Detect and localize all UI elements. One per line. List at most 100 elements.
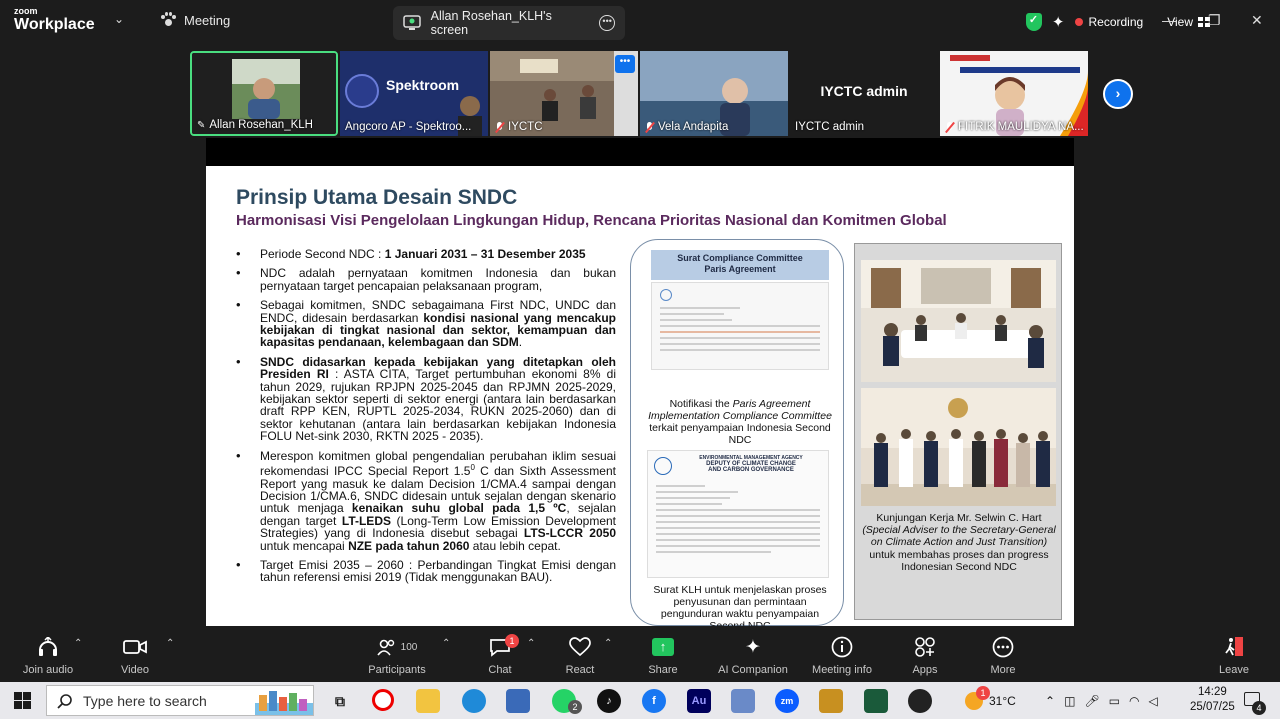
ai-sparkle-icon[interactable]: ✦ (1052, 13, 1065, 31)
share-button[interactable]: ↑ Share (643, 634, 683, 676)
wifi-icon[interactable]: ◠ (1129, 694, 1139, 708)
audition-icon[interactable]: Au (687, 689, 711, 713)
app-icon-green[interactable] (864, 689, 888, 713)
meeting-toolbar: Join audio ⌃ Video ⌃ 100 Participants ⌃ … (0, 630, 1280, 682)
mic-muted-icon (945, 121, 954, 133)
participant-tile[interactable]: ✎ Allan Rosehan_KLH (190, 51, 338, 136)
more-button[interactable]: More (983, 634, 1023, 676)
paw-icon (160, 12, 176, 28)
shared-slide: Prinsip Utama Desain SNDC Harmonisasi Vi… (206, 166, 1074, 626)
meeting-photo-1 (861, 260, 1056, 382)
slide-bullet-list: Periode Second NDC : 1 Januari 2031 – 31… (236, 248, 616, 591)
participants-label: Participants (368, 664, 426, 676)
list-item: SNDC didasarkan kepada kebijakan yang di… (236, 356, 616, 443)
slide-title: Prinsip Utama Desain SNDC (236, 186, 518, 209)
participant-tile[interactable]: IYCTC admin IYCTC admin (790, 51, 938, 136)
chevron-up-icon[interactable]: ⌃ (166, 638, 174, 649)
doc-caption-1: Notifikasi the Paris Agreement Implement… (648, 398, 832, 446)
video-button[interactable]: Video (112, 634, 158, 676)
meeting-info-button[interactable]: Meeting info (806, 634, 878, 676)
list-item: Sebagai komitmen, SNDC sebagaimana First… (236, 299, 616, 349)
chevron-down-icon[interactable]: ⌄ (114, 12, 124, 26)
chat-button[interactable]: 1 Chat (480, 634, 520, 676)
opera-icon[interactable] (372, 689, 394, 711)
file-explorer-icon[interactable] (416, 689, 440, 713)
meeting-label: Meeting (184, 12, 231, 28)
chevron-up-icon[interactable]: ⌃ (74, 638, 82, 649)
zoom-icon[interactable]: zm (775, 689, 799, 713)
list-item: Target Emisi 2035 – 2060 : Perbandingan … (236, 559, 616, 584)
network-icon[interactable]: ◫ (1064, 694, 1075, 708)
weather-widget[interactable]: 31°C (965, 682, 1016, 719)
mic-muted-icon (645, 121, 654, 133)
chevron-up-icon[interactable]: ⌃ (1045, 694, 1055, 708)
screen-share-icon (403, 15, 421, 30)
clock-date: 25/07/25 (1190, 701, 1235, 713)
app-icon[interactable] (731, 689, 755, 713)
chevron-up-icon[interactable]: ⌃ (442, 638, 450, 649)
recording-indicator[interactable]: Recording (1074, 15, 1144, 29)
screen-share-tab[interactable]: Allan Rosehan_KLH's screen ••• (393, 6, 625, 40)
edge-icon[interactable] (462, 689, 486, 713)
restore-icon[interactable]: ❐ (1208, 12, 1221, 29)
leave-door-icon (1225, 637, 1243, 656)
participant-tile[interactable]: FITRIK MAULIDYA NA... (940, 51, 1088, 136)
chevron-up-icon[interactable]: ⌃ (604, 638, 612, 649)
taskbar-search-input[interactable]: Type here to search (46, 685, 314, 716)
recording-label: Recording (1088, 15, 1144, 29)
windows-start-icon[interactable] (14, 692, 31, 709)
next-page-button[interactable]: › (1103, 79, 1133, 109)
tools-icon[interactable] (819, 689, 843, 713)
klh-letter-image: ENVIRONMENTAL MANAGEMENT AGENCY DEPUTY O… (647, 450, 829, 578)
participant-name: IYCTC (508, 121, 543, 133)
tiktok-icon[interactable]: ♪ (597, 689, 621, 713)
participant-tile[interactable]: Vela Andapita (640, 51, 788, 136)
zoom-workplace-logo: zoom Workplace (14, 7, 95, 33)
document-panel: Surat Compliance Committee Paris Agreeme… (630, 239, 844, 626)
close-icon[interactable]: ✕ (1251, 12, 1263, 29)
participants-icon (377, 639, 394, 656)
participant-name: FITRIK MAULIDYA NA... (958, 121, 1084, 133)
task-view-icon[interactable]: ⧉ (328, 689, 352, 713)
participants-button[interactable]: 100 Participants (366, 634, 428, 676)
agency-logo-icon (654, 457, 672, 475)
apps-button[interactable]: Apps (905, 634, 945, 676)
chevron-up-icon[interactable]: ⌃ (527, 638, 535, 649)
slide-subtitle: Harmonisasi Visi Pengelolaan Lingkungan … (236, 212, 947, 229)
tile-options-icon[interactable]: ••• (615, 55, 635, 73)
react-button[interactable]: React (560, 634, 600, 676)
ai-companion-button[interactable]: ✦ AI Companion (714, 634, 792, 677)
chat-badge: 1 (505, 634, 519, 648)
participant-strip: ✎ Allan Rosehan_KLH Spektroom Angcoro AP … (190, 51, 1088, 136)
meeting-tab[interactable]: Meeting (160, 12, 230, 28)
clock[interactable]: 14:29 25/07/25 (1190, 685, 1235, 715)
list-item: Periode Second NDC : 1 Januari 2031 – 31… (236, 248, 616, 261)
participant-tile[interactable]: ••• IYCTC (490, 51, 638, 136)
join-audio-button[interactable]: Join audio (20, 634, 76, 676)
encryption-shield-icon[interactable] (1025, 13, 1042, 31)
screen-tab-label: Allan Rosehan_KLH's screen (430, 9, 552, 37)
video-camera-icon (123, 640, 147, 654)
search-placeholder: Type here to search (83, 692, 207, 709)
brand-big: Workplace (14, 16, 95, 33)
participants-count: 100 (400, 641, 418, 653)
meeting-photo-2 (861, 388, 1056, 506)
participant-name: Angcoro AP - Spektroo... (345, 121, 472, 133)
microphone-icon[interactable]: 🎤︎ (1084, 694, 1099, 708)
battery-icon[interactable]: ▭ (1109, 694, 1120, 708)
more-options-icon[interactable]: ••• (599, 15, 615, 31)
zoom-window: zoom Workplace ⌄ Meeting Allan Rosehan_K… (0, 0, 1280, 682)
windows-taskbar: Type here to search ⧉ 2 ♪ f Au zm 31°C 1… (0, 682, 1280, 719)
ai-companion-label: AI Companion (718, 664, 788, 676)
participant-tile[interactable]: Spektroom Angcoro AP - Spektroo... (340, 51, 488, 136)
app-icon-dark[interactable] (908, 689, 932, 713)
minimize-icon[interactable]: — (1162, 12, 1176, 28)
video-label: Video (121, 664, 149, 676)
volume-icon[interactable]: ◁ (1148, 694, 1157, 708)
clock-time: 14:29 (1197, 686, 1227, 698)
weather-badge: 1 (976, 686, 990, 700)
apps-label: Apps (912, 664, 938, 676)
leave-button[interactable]: Leave (1214, 634, 1254, 676)
file-manager-icon[interactable] (506, 689, 530, 713)
facebook-icon[interactable]: f (642, 689, 666, 713)
